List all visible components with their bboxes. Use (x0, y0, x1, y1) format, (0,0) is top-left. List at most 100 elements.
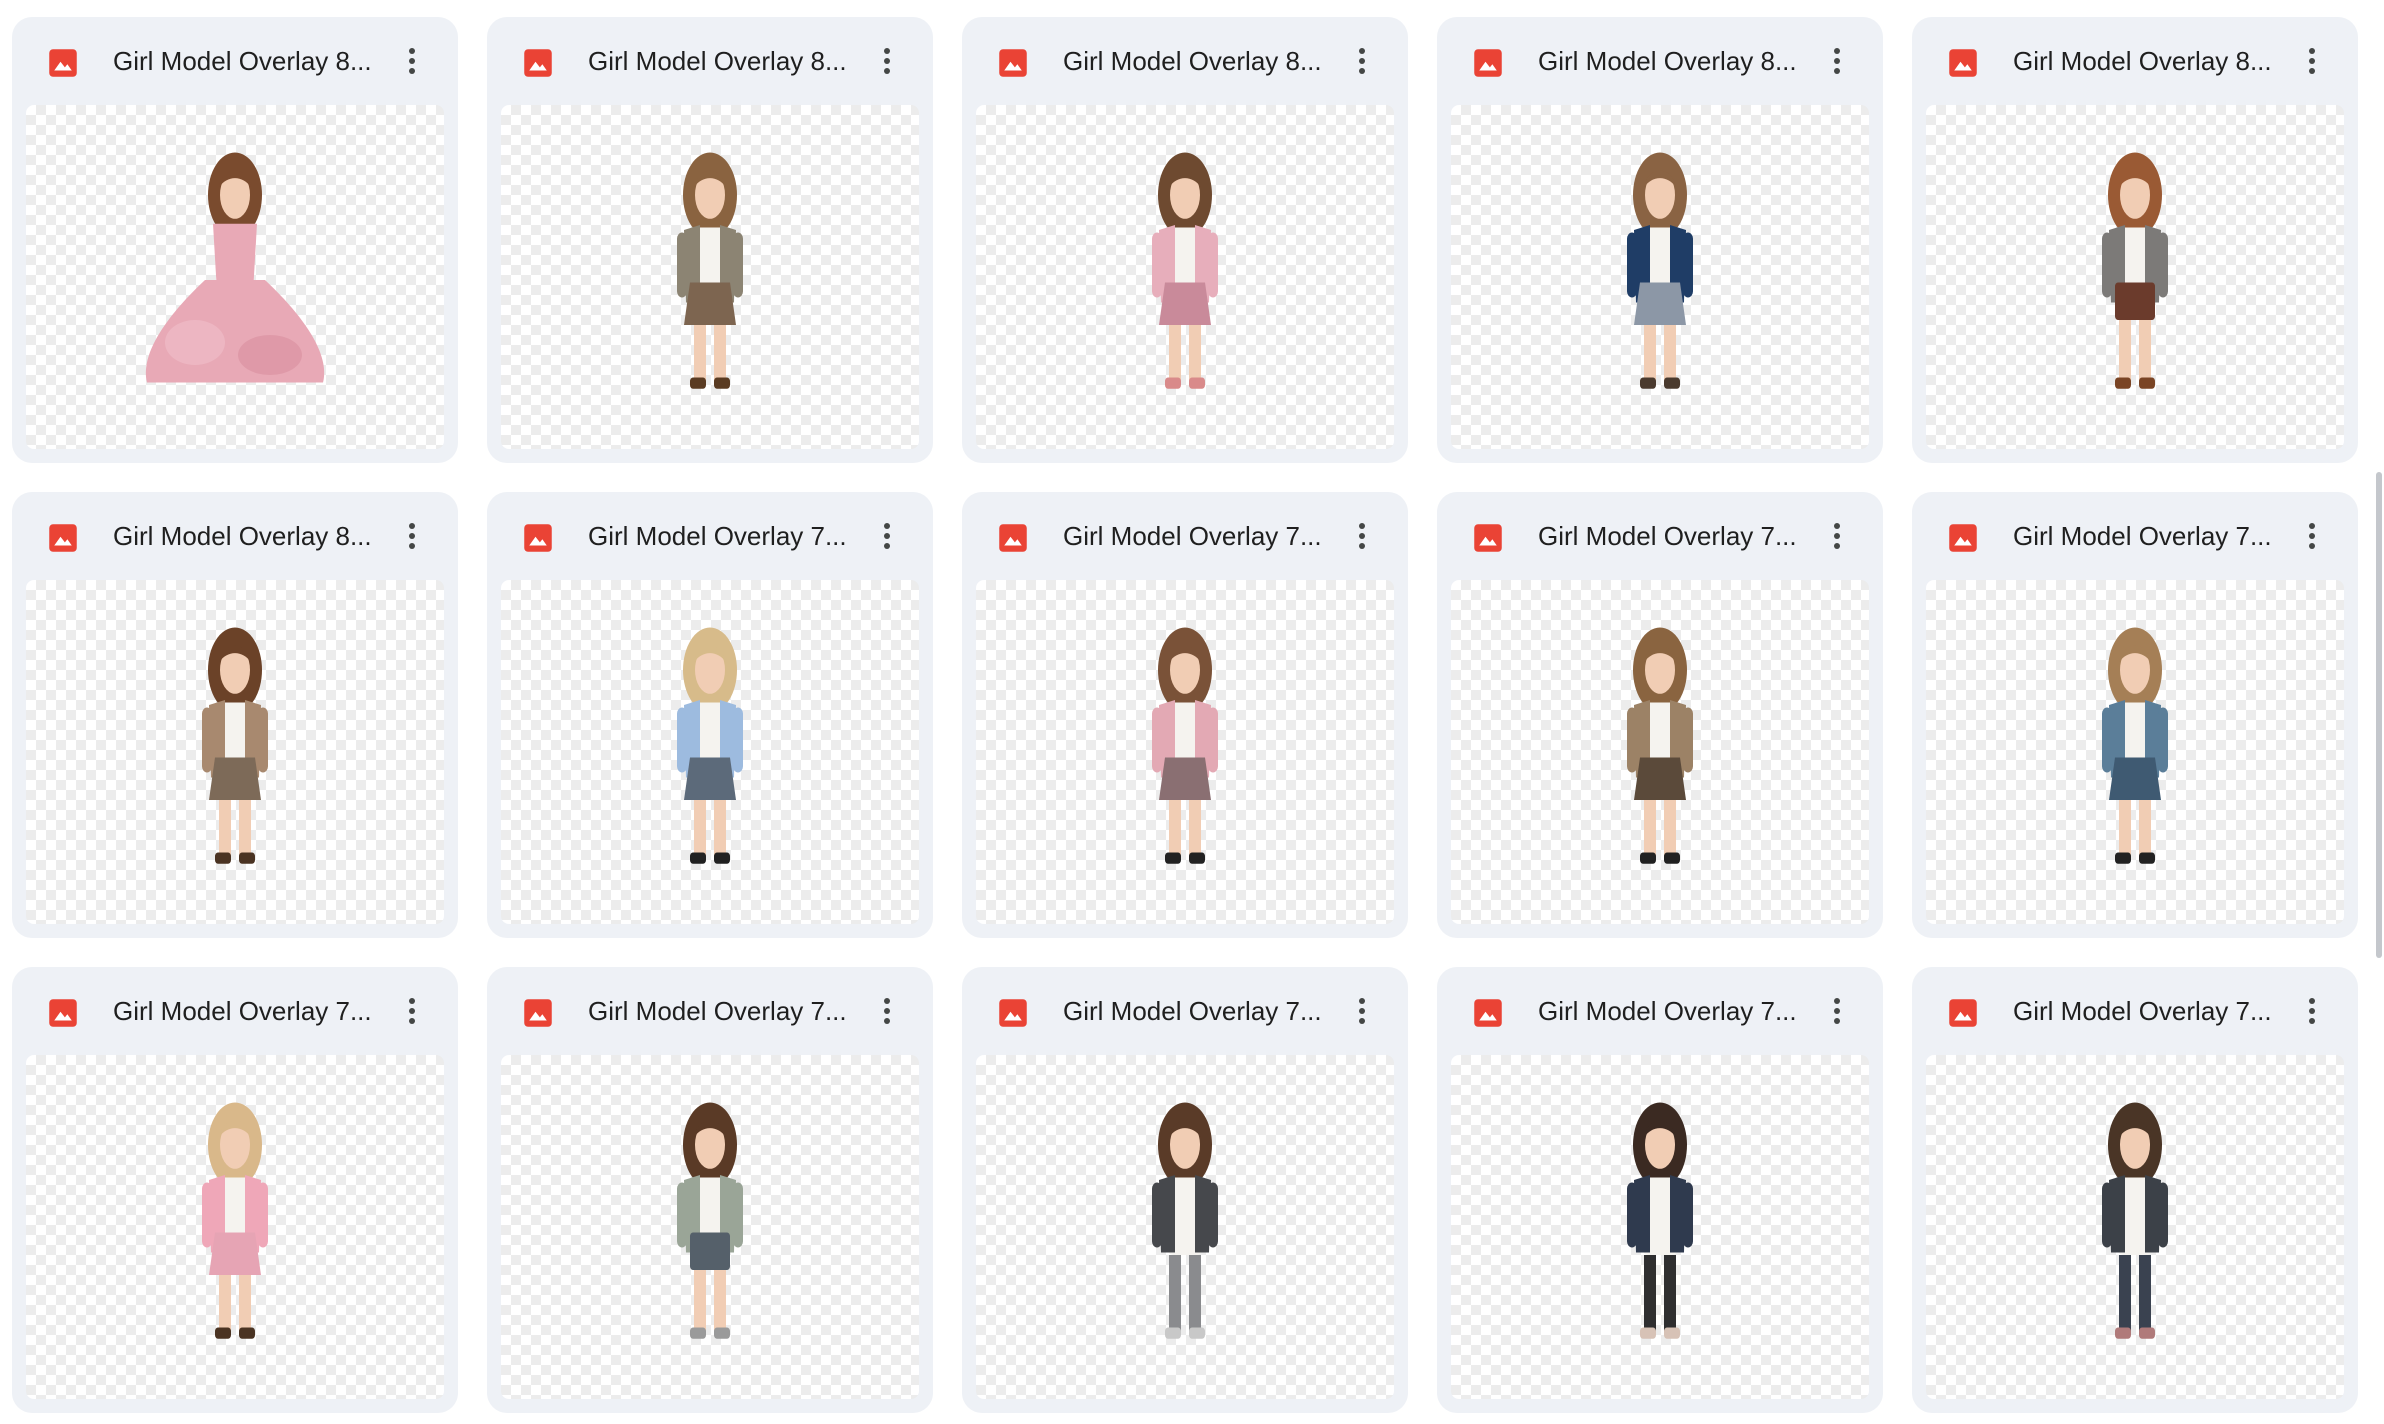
girl-figure-image (1627, 152, 1693, 389)
file-card-header: Girl Model Overlay 7... (1912, 967, 2358, 1055)
file-card-header: Girl Model Overlay 8... (1912, 17, 2358, 105)
file-card-12[interactable]: Girl Model Overlay 7... (487, 967, 933, 1413)
image-file-icon (523, 48, 553, 78)
file-card-13[interactable]: Girl Model Overlay 7... (962, 967, 1408, 1413)
file-card-header: Girl Model Overlay 8... (487, 17, 933, 105)
girl-figure-image (202, 1102, 268, 1339)
more-vert-icon (2309, 48, 2315, 74)
image-file-icon (1473, 523, 1503, 553)
file-card-1[interactable]: Girl Model Overlay 8... (12, 17, 458, 463)
file-name: Girl Model Overlay 7... (1538, 996, 1797, 1026)
file-thumbnail (501, 1055, 919, 1399)
image-file-icon (48, 998, 78, 1028)
more-actions-button[interactable] (868, 42, 906, 80)
more-actions-button[interactable] (868, 517, 906, 555)
file-card-header: Girl Model Overlay 7... (487, 967, 933, 1055)
file-card-15[interactable]: Girl Model Overlay 7... (1912, 967, 2358, 1413)
image-file-icon (1948, 48, 1978, 78)
girl-figure-image (2102, 152, 2168, 389)
file-card-7[interactable]: Girl Model Overlay 7... (487, 492, 933, 938)
more-vert-icon (884, 48, 890, 74)
girl-figure-image (677, 627, 743, 864)
file-name: Girl Model Overlay 7... (113, 996, 372, 1026)
file-thumbnail (1451, 1055, 1869, 1399)
more-actions-button[interactable] (2293, 517, 2331, 555)
scrollbar-thumb[interactable] (2376, 472, 2382, 958)
file-card-header: Girl Model Overlay 8... (12, 17, 458, 105)
more-actions-button[interactable] (1343, 992, 1381, 1030)
girl-figure-image (145, 152, 325, 383)
more-actions-button[interactable] (2293, 992, 2331, 1030)
more-vert-icon (1834, 998, 1840, 1024)
more-actions-button[interactable] (1818, 992, 1856, 1030)
file-card-header: Girl Model Overlay 7... (962, 492, 1408, 580)
girl-figure-image (202, 627, 268, 864)
more-vert-icon (2309, 998, 2315, 1024)
file-card-14[interactable]: Girl Model Overlay 7... (1437, 967, 1883, 1413)
file-card-header: Girl Model Overlay 7... (12, 967, 458, 1055)
file-name: Girl Model Overlay 7... (2013, 996, 2272, 1026)
more-vert-icon (884, 998, 890, 1024)
girl-figure-image (2102, 1102, 2168, 1339)
file-thumbnail (26, 580, 444, 924)
file-card-5[interactable]: Girl Model Overlay 8... (1912, 17, 2358, 463)
file-thumbnail (1926, 580, 2344, 924)
more-actions-button[interactable] (1818, 42, 1856, 80)
file-name: Girl Model Overlay 8... (113, 521, 372, 551)
file-card-9[interactable]: Girl Model Overlay 7... (1437, 492, 1883, 938)
image-file-icon (998, 48, 1028, 78)
file-card-header: Girl Model Overlay 8... (962, 17, 1408, 105)
image-file-icon (1948, 523, 1978, 553)
file-name: Girl Model Overlay 7... (1538, 521, 1797, 551)
image-file-icon (523, 998, 553, 1028)
file-card-3[interactable]: Girl Model Overlay 8... (962, 17, 1408, 463)
file-card-4[interactable]: Girl Model Overlay 8... (1437, 17, 1883, 463)
file-thumbnail (26, 1055, 444, 1399)
file-name: Girl Model Overlay 8... (1063, 46, 1322, 76)
file-card-header: Girl Model Overlay 7... (487, 492, 933, 580)
file-card-header: Girl Model Overlay 8... (1437, 17, 1883, 105)
image-file-icon (48, 48, 78, 78)
more-vert-icon (1359, 48, 1365, 74)
file-thumbnail (976, 1055, 1394, 1399)
more-actions-button[interactable] (868, 992, 906, 1030)
file-card-header: Girl Model Overlay 7... (1437, 492, 1883, 580)
more-actions-button[interactable] (393, 517, 431, 555)
girl-figure-image (677, 1102, 743, 1339)
girl-figure-image (1627, 627, 1693, 864)
girl-figure-image (1152, 1102, 1218, 1339)
more-vert-icon (409, 998, 415, 1024)
file-card-header: Girl Model Overlay 8... (12, 492, 458, 580)
file-thumbnail (501, 580, 919, 924)
girl-figure-image (1627, 1102, 1693, 1339)
more-actions-button[interactable] (1343, 42, 1381, 80)
file-card-8[interactable]: Girl Model Overlay 7... (962, 492, 1408, 938)
file-thumbnail (976, 105, 1394, 449)
file-thumbnail (1451, 105, 1869, 449)
file-thumbnail (1926, 105, 2344, 449)
file-card-6[interactable]: Girl Model Overlay 8... (12, 492, 458, 938)
more-actions-button[interactable] (2293, 42, 2331, 80)
girl-figure-image (2102, 627, 2168, 864)
girl-figure-image (677, 152, 743, 389)
file-name: Girl Model Overlay 7... (588, 996, 847, 1026)
file-name: Girl Model Overlay 7... (1063, 996, 1322, 1026)
more-actions-button[interactable] (1343, 517, 1381, 555)
more-actions-button[interactable] (1818, 517, 1856, 555)
file-thumbnail (501, 105, 919, 449)
more-actions-button[interactable] (393, 992, 431, 1030)
image-file-icon (1473, 48, 1503, 78)
image-file-icon (998, 523, 1028, 553)
more-vert-icon (409, 48, 415, 74)
file-name: Girl Model Overlay 8... (113, 46, 372, 76)
image-file-icon (48, 523, 78, 553)
file-name: Girl Model Overlay 7... (588, 521, 847, 551)
more-actions-button[interactable] (393, 42, 431, 80)
file-card-11[interactable]: Girl Model Overlay 7... (12, 967, 458, 1413)
file-card-2[interactable]: Girl Model Overlay 8... (487, 17, 933, 463)
file-card-header: Girl Model Overlay 7... (1912, 492, 2358, 580)
file-card-10[interactable]: Girl Model Overlay 7... (1912, 492, 2358, 938)
file-thumbnail (1451, 580, 1869, 924)
image-file-icon (998, 998, 1028, 1028)
image-file-icon (1473, 998, 1503, 1028)
